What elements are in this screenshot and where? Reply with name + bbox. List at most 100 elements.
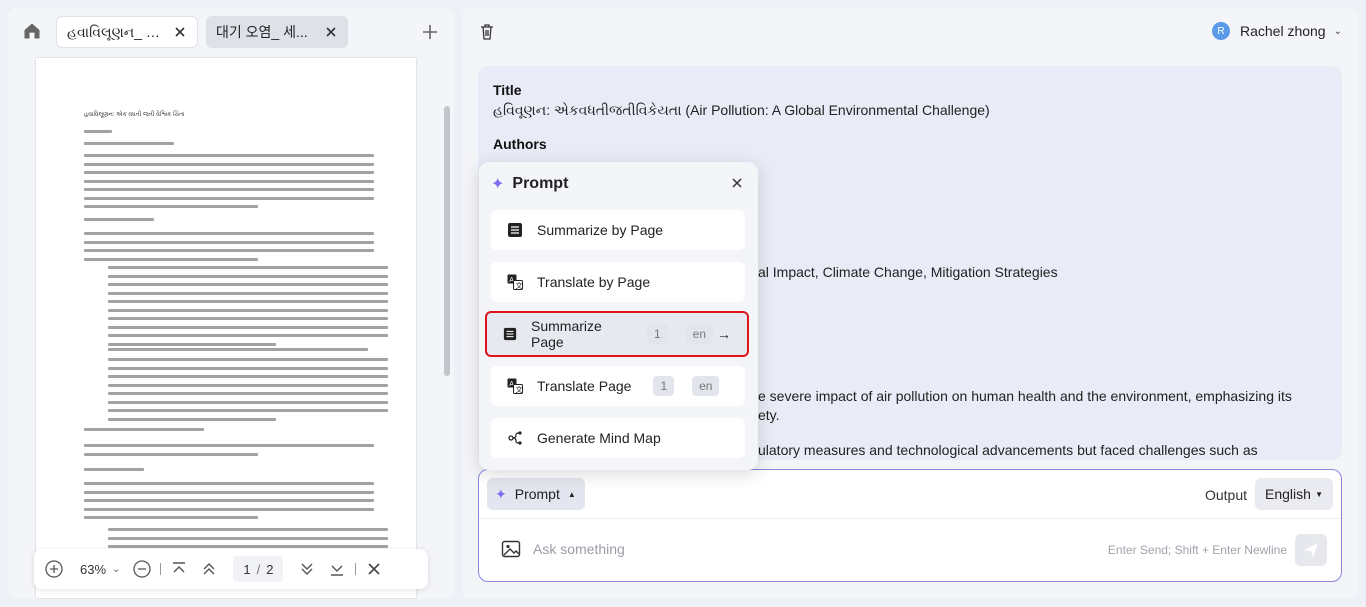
pdf-text-line — [108, 291, 388, 295]
keywords-text: al Impact, Climate Change, Mitigation St… — [758, 264, 1058, 280]
ask-input[interactable] — [533, 536, 1053, 562]
pdf-text-line — [108, 342, 276, 346]
prompt-toggle-button[interactable]: ✦ Prompt ▲ — [487, 478, 585, 510]
pdf-text-line — [108, 300, 388, 303]
avatar: R — [1211, 22, 1230, 40]
pdf-text-line — [108, 375, 388, 378]
pdf-text-line — [108, 536, 388, 540]
sparkle-icon: ✦ — [491, 176, 505, 193]
pdf-text-line — [108, 366, 388, 370]
option-label: Summarize Page — [531, 318, 602, 350]
pdf-text-line — [84, 516, 258, 519]
pdf-text-line — [84, 142, 174, 145]
pdf-text-line — [84, 218, 154, 221]
option-label: Translate by Page — [537, 274, 651, 290]
pdf-text-line — [84, 452, 258, 456]
popup-title: Prompt — [512, 175, 569, 192]
close-icon[interactable] — [364, 559, 384, 579]
pdf-text-line — [108, 392, 388, 395]
document-tab-korean[interactable]: 대기 오염_ 세... — [206, 16, 348, 48]
output-language-select[interactable]: English ▼ — [1255, 478, 1333, 510]
divider — [479, 518, 1341, 519]
pdf-text-line — [84, 482, 374, 485]
pdf-text-line — [108, 283, 388, 286]
page-number-chip[interactable]: 1 — [653, 376, 675, 396]
first-page-icon[interactable] — [169, 559, 189, 579]
page-indicator[interactable]: 1 / 2 — [233, 556, 284, 582]
pdf-text-line — [108, 334, 388, 337]
separator — [355, 563, 357, 575]
document-tab-gujarati[interactable]: હવાવિલૂણન_ એ... — [56, 16, 198, 48]
language-chip[interactable]: en — [685, 324, 713, 344]
close-icon[interactable] — [324, 25, 338, 39]
list-icon — [508, 223, 522, 237]
plus-icon[interactable] — [420, 22, 440, 42]
pdf-text-line — [108, 266, 388, 269]
chat-input-box: ✦ Prompt ▲ Output English ▼ Enter Send; … — [478, 469, 1342, 582]
user-name: Rachel zhong — [1239, 23, 1326, 39]
pdf-text-line — [108, 400, 388, 404]
send-hint: Enter Send; Shift + Enter Newline — [1107, 543, 1287, 557]
zoom-level[interactable]: 63% — [80, 562, 106, 577]
image-upload-icon[interactable] — [501, 540, 521, 558]
summary-body-line: ety. — [758, 407, 780, 423]
close-icon[interactable] — [730, 176, 744, 190]
pdf-text-line — [84, 205, 258, 208]
tab-label: હવાવિલૂણન_ એ... — [67, 23, 167, 40]
mindmap-icon — [508, 431, 522, 445]
summarize-by-page-option[interactable]: Summarize by Page — [491, 210, 745, 250]
vertical-scrollbar[interactable] — [444, 106, 450, 376]
last-page-icon[interactable] — [327, 559, 347, 579]
pdf-text-line — [108, 383, 388, 387]
pdf-text-line — [108, 528, 388, 531]
pdf-text-line — [108, 348, 368, 351]
pdf-text-line — [84, 196, 374, 200]
pdf-text-line — [108, 308, 388, 312]
pdf-text-line — [84, 179, 374, 183]
caret-down-icon: ▼ — [1315, 489, 1323, 499]
send-button[interactable] — [1295, 534, 1327, 566]
next-page-icon[interactable] — [297, 559, 317, 579]
pdf-text-line — [108, 274, 388, 278]
previous-page-icon[interactable] — [199, 559, 219, 579]
trash-icon[interactable] — [478, 23, 496, 41]
pdf-text-line — [84, 130, 112, 133]
pdf-canvas: હવાવિલૂણન: એક વધતી જતી વૈશ્વિક ચિંતા 63%… — [8, 56, 454, 599]
translate-by-page-option[interactable]: A文 Translate by Page — [491, 262, 745, 302]
pdf-text-line — [84, 490, 374, 494]
tab-label: 대기 오염_ 세... — [216, 24, 308, 40]
pdf-text-line — [84, 468, 144, 471]
pdf-text-line — [84, 154, 374, 157]
language-chip[interactable]: en — [692, 376, 720, 396]
summary-body-line: e severe impact of air pollution on huma… — [758, 388, 1292, 404]
zoom-dropdown-caret[interactable]: ⌄ — [112, 564, 120, 575]
close-icon[interactable] — [173, 25, 187, 39]
page-current: 1 — [243, 561, 251, 577]
title-heading: Title — [493, 82, 522, 98]
pdf-text-line — [108, 409, 388, 412]
home-icon[interactable] — [22, 21, 42, 41]
pdf-text-line — [108, 358, 388, 361]
chevron-down-icon: ⌄ — [1333, 25, 1342, 37]
translate-icon: A文 — [507, 378, 523, 394]
zoom-in-icon[interactable] — [44, 559, 64, 579]
user-menu[interactable]: R Rachel zhong ⌄ — [1211, 22, 1342, 40]
pdf-text-line — [84, 232, 374, 235]
pdf-text-line — [84, 507, 374, 511]
authors-heading: Authors — [493, 136, 547, 152]
page-number-chip[interactable]: 1 — [646, 324, 668, 344]
generate-mind-map-option[interactable]: Generate Mind Map — [491, 418, 745, 458]
arrow-right-icon: → — [717, 326, 731, 342]
prompt-button-label: Prompt — [514, 486, 560, 502]
summarize-page-option[interactable]: Summarize Page 1 en → — [485, 311, 749, 357]
pdf-text-line — [84, 188, 374, 191]
page-total: 2 — [266, 561, 274, 577]
svg-text:文: 文 — [516, 385, 523, 394]
title-value: હવિવૂણન: એકવધતીજતીવિકેયતા (Air Pollution… — [493, 102, 990, 118]
zoom-out-icon[interactable] — [132, 559, 152, 579]
send-icon — [1304, 543, 1318, 557]
option-label: Summarize by Page — [537, 222, 664, 238]
pdf-page: હવાવિલૂણન: એક વધતી જતી વૈશ્વિક ચિંતા — [36, 58, 416, 598]
pdf-text-line — [84, 162, 374, 166]
translate-page-option[interactable]: A文 Translate Page 1 en — [491, 366, 745, 406]
